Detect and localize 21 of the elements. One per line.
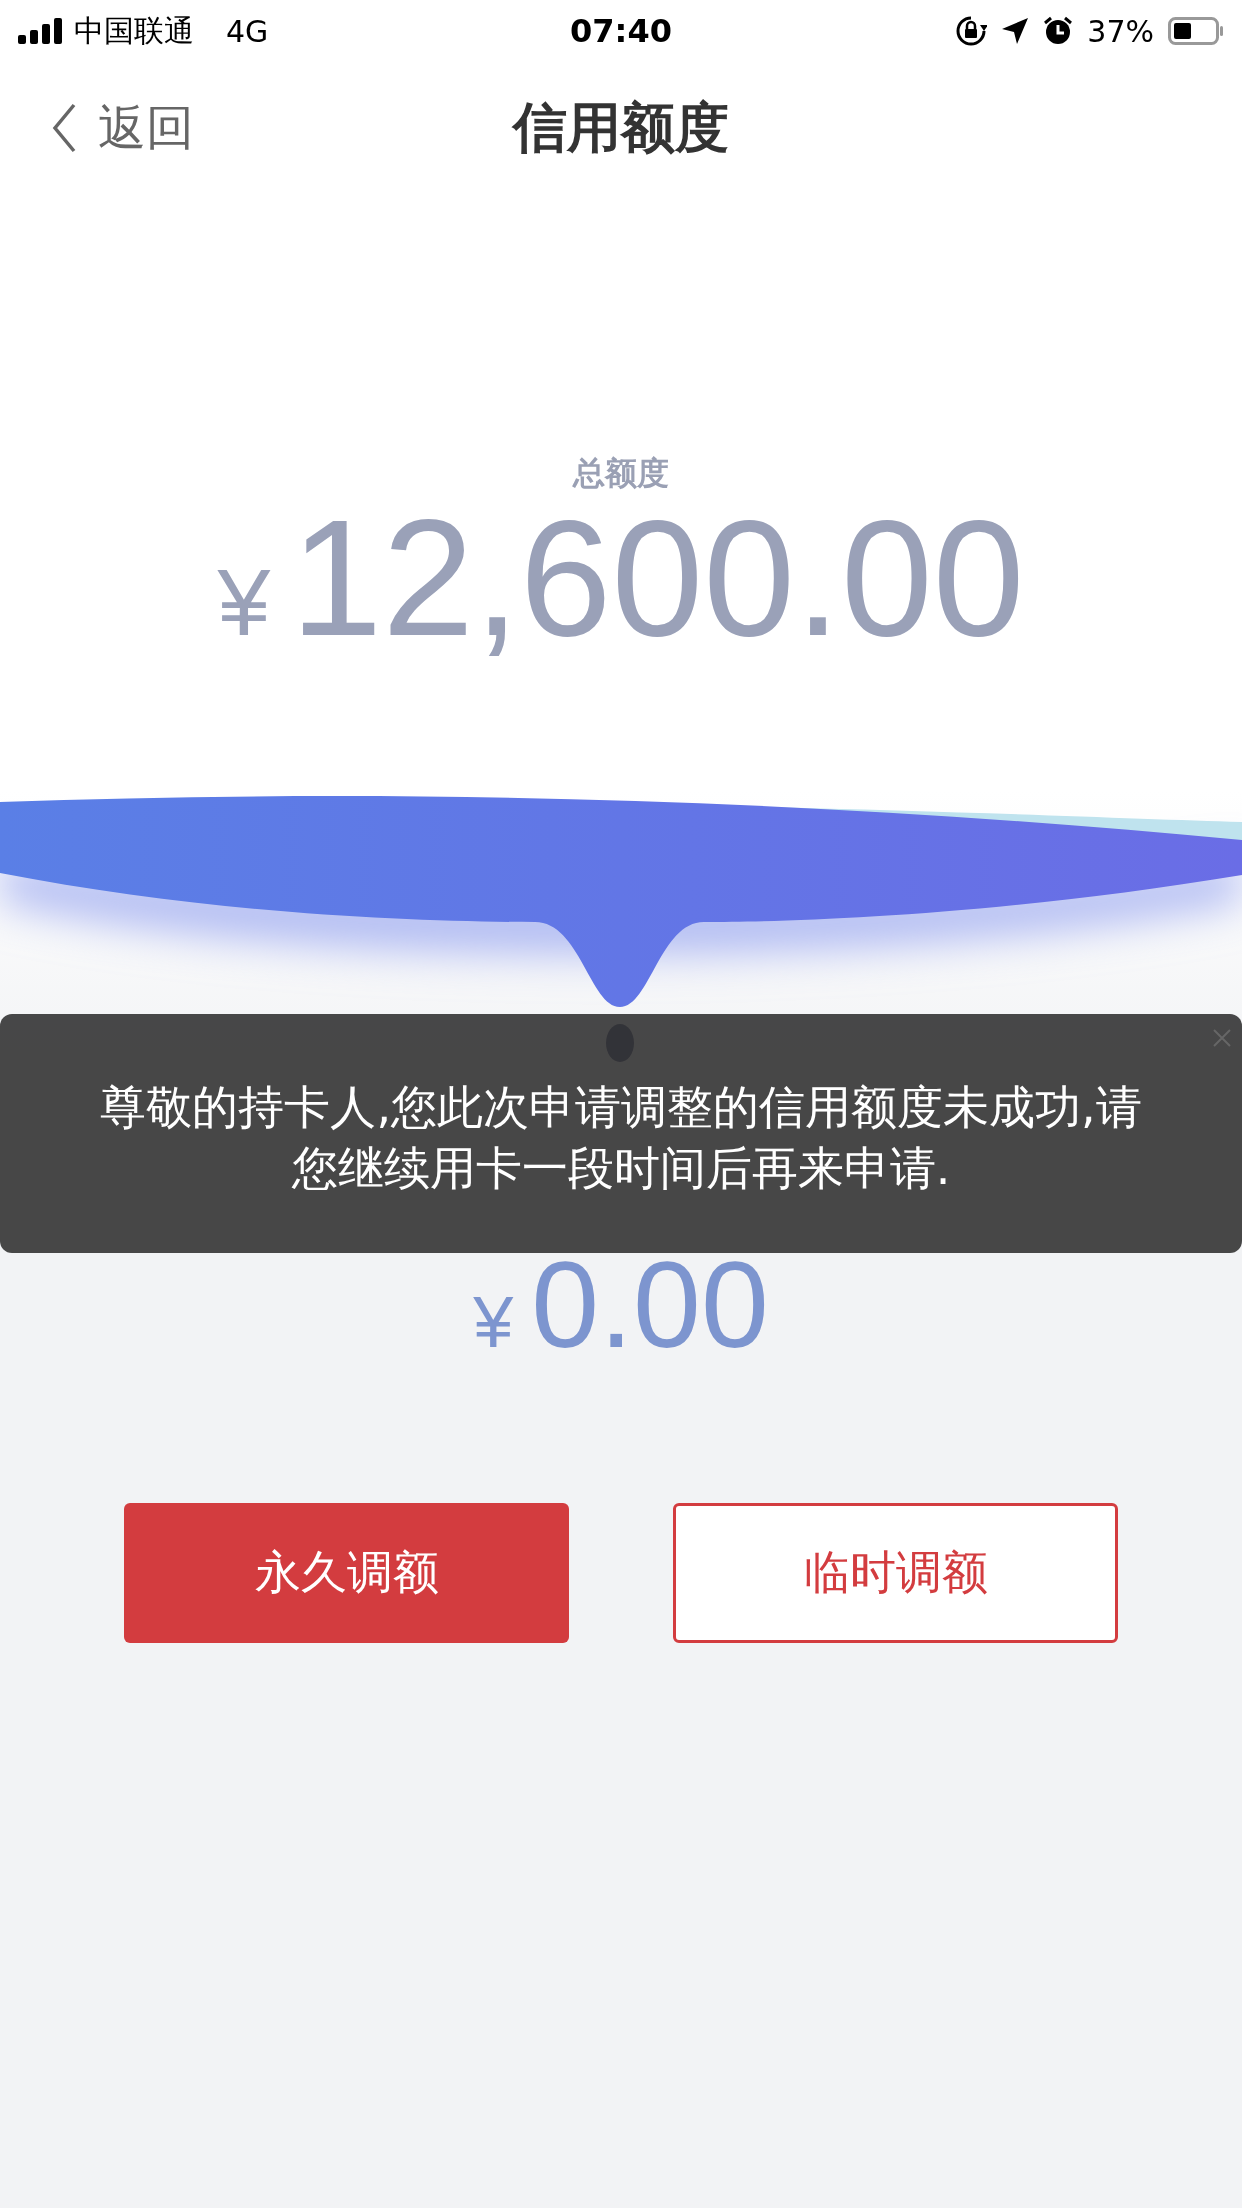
total-limit-label: 总额度 (573, 453, 669, 494)
chevron-left-icon (52, 103, 76, 153)
permanent-adjust-button[interactable]: 永久调额 (124, 1503, 569, 1643)
toast-message: 尊敬的持卡人,您此次申请调整的信用额度未成功,请您继续用卡一段时间后再来申请. (99, 1078, 1143, 1197)
back-button[interactable]: 返回 (52, 96, 194, 160)
battery-percent: 37% (1087, 13, 1154, 49)
battery-icon (1168, 17, 1224, 45)
network-type: 4G (226, 13, 269, 49)
available-amount: 0.00 (531, 1244, 769, 1366)
rotation-lock-icon (955, 15, 988, 47)
carrier-name: 中国联通 (74, 11, 194, 50)
close-icon[interactable] (1212, 1028, 1232, 1048)
currency-symbol: ¥ (473, 1281, 514, 1363)
temporary-adjust-button[interactable]: 临时调额 (673, 1503, 1118, 1643)
location-arrow-icon (1001, 17, 1030, 45)
page-title: 信用额度 (513, 95, 729, 159)
status-time: 07:40 (570, 12, 672, 50)
currency-symbol: ¥ (217, 548, 271, 657)
signal-icon (18, 18, 64, 44)
alarm-clock-icon (1043, 16, 1074, 46)
total-limit-amount: 12,600.00 (290, 496, 1025, 661)
